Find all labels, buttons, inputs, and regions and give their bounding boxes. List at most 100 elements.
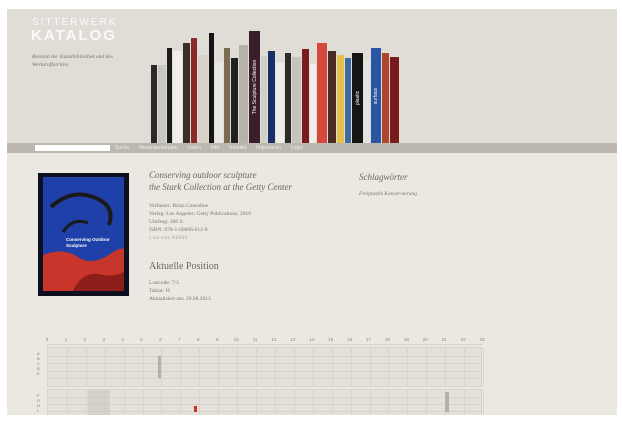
grid-column: [483, 390, 484, 415]
ruler-tick: 22: [460, 337, 466, 342]
ruler-tick: 16: [347, 337, 353, 342]
shelf-book[interactable]: [317, 43, 327, 143]
ruler-tick: 7: [178, 337, 181, 342]
grid-column: [161, 390, 163, 415]
keyword-item[interactable]: Freiplastik Konservierung: [359, 191, 417, 197]
shelf-book[interactable]: [224, 48, 230, 143]
nav-item-listen[interactable]: Listen: [188, 143, 201, 153]
grid-column: [369, 348, 371, 386]
grid-column: [142, 348, 144, 386]
publisher: Verlag: Los Angeles: Getty Publications,…: [149, 211, 252, 217]
brand-line2[interactable]: KATALOG: [31, 27, 117, 44]
grid-column: [161, 348, 163, 386]
shelf-code: Tablar: H: [149, 288, 170, 294]
cover-title: Conserving Outdoor Sculpture: [66, 237, 110, 248]
grid-line: [48, 411, 481, 412]
ruler-tick: 17: [366, 337, 372, 342]
shelf-book[interactable]: [215, 61, 223, 143]
shelf-section[interactable]: [88, 390, 110, 415]
grid-line: [48, 397, 481, 398]
nav-bar: Suche Neuerwerbungen Listen Info Kontakt…: [7, 143, 617, 153]
grid-line: [48, 355, 481, 357]
row-label: I: [37, 408, 39, 413]
shelf-book[interactable]: [209, 33, 214, 143]
shelf-book[interactable]: plastic: [352, 53, 363, 143]
shelf-book[interactable]: [239, 45, 248, 143]
shelf-book[interactable]: [268, 51, 275, 143]
nav-item-impressum[interactable]: Impressum: [256, 143, 281, 153]
cover-image: Conserving Outdoor Sculpture: [43, 177, 124, 291]
nav-item-login[interactable]: Login: [291, 143, 303, 153]
grid-column: [293, 348, 295, 386]
shelf-grid-top[interactable]: [47, 347, 484, 387]
shelf-book[interactable]: [285, 53, 291, 143]
shelf-book[interactable]: [328, 51, 336, 143]
ruler-tick: 18: [384, 337, 390, 342]
shelf-marker[interactable]: [445, 392, 449, 412]
shelf-book[interactable]: [183, 43, 190, 143]
shelf-book[interactable]: [276, 63, 284, 143]
shelf-book[interactable]: [167, 48, 172, 143]
nav-item-suche[interactable]: Suche: [115, 143, 129, 153]
grid-column: [142, 390, 144, 415]
shelf-book[interactable]: [337, 55, 344, 143]
grid-column: [218, 348, 220, 386]
grid-column: [350, 348, 352, 386]
book-spine-label: surface: [373, 87, 379, 104]
grid-column: [312, 390, 314, 415]
shelf-book[interactable]: [382, 53, 389, 143]
shelf-book[interactable]: [191, 38, 197, 143]
shelf-book[interactable]: [158, 65, 166, 143]
nav-item-kontakt[interactable]: Kontakt: [229, 143, 246, 153]
shelf-book[interactable]: [261, 56, 267, 143]
grid-column: [483, 348, 484, 386]
shelf-book[interactable]: [390, 57, 399, 143]
grid-column: [66, 390, 68, 415]
grid-column: [274, 348, 276, 386]
grid-column: [85, 390, 87, 415]
shelf-book[interactable]: [310, 64, 316, 143]
grid-column: [123, 390, 125, 415]
grid-column: [331, 390, 333, 415]
shelf-book[interactable]: [364, 60, 370, 143]
grid-column: [199, 390, 201, 415]
nav-item-info[interactable]: Info: [211, 143, 219, 153]
ruler-tick: 9: [215, 337, 219, 342]
page-frame: SITTERWERK KATALOG Bestand der Kunstbibl…: [7, 9, 617, 415]
shelf-book[interactable]: [302, 49, 309, 143]
grid-column: [123, 348, 125, 386]
ruler-tick: 12: [271, 337, 277, 342]
shelf-book[interactable]: [292, 57, 301, 143]
ruler-tick: 20: [422, 337, 428, 342]
extent: Umfang: 266 S.: [149, 219, 184, 225]
shelf-book[interactable]: [198, 55, 208, 143]
nav-item-neuerwerbungen[interactable]: Neuerwerbungen: [139, 143, 177, 153]
shelf-book[interactable]: The Sculpture Collection: [249, 31, 260, 143]
nebis-link[interactable]: Link zum NEBIS: [149, 234, 251, 242]
grid-column: [199, 348, 201, 386]
grid-column: [274, 390, 276, 415]
book-spine-label: The Sculpture Collection: [251, 59, 258, 115]
grid-column: [180, 348, 182, 386]
shelf-marker[interactable]: [158, 356, 161, 378]
bookshelf[interactable]: The Sculpture Collection plastic surface: [151, 23, 443, 143]
grid-column: [464, 348, 466, 386]
grid-column: [85, 348, 87, 386]
shelf-book[interactable]: [231, 58, 238, 143]
ruler-tick: 15: [328, 337, 334, 342]
ruler-tick: 4: [121, 337, 124, 342]
shelf-book[interactable]: [173, 51, 182, 143]
shelf-book[interactable]: [151, 65, 157, 143]
current-position-marker[interactable]: [194, 406, 197, 412]
grid-column: [464, 390, 466, 415]
grid-column: [218, 390, 220, 415]
title-line2: the Stark Collection at the Getty Center: [149, 182, 292, 192]
shelf-grid-bottom[interactable]: [47, 389, 484, 415]
shelf-book[interactable]: [345, 58, 351, 143]
lastcode: Lastcode: 7/3: [149, 280, 179, 286]
grid-column: [350, 390, 352, 415]
shelf-book[interactable]: surface: [371, 48, 381, 143]
title-line1: Conserving outdoor sculpture: [149, 170, 257, 180]
search-input[interactable]: [35, 145, 110, 151]
grid-column: [445, 348, 447, 386]
